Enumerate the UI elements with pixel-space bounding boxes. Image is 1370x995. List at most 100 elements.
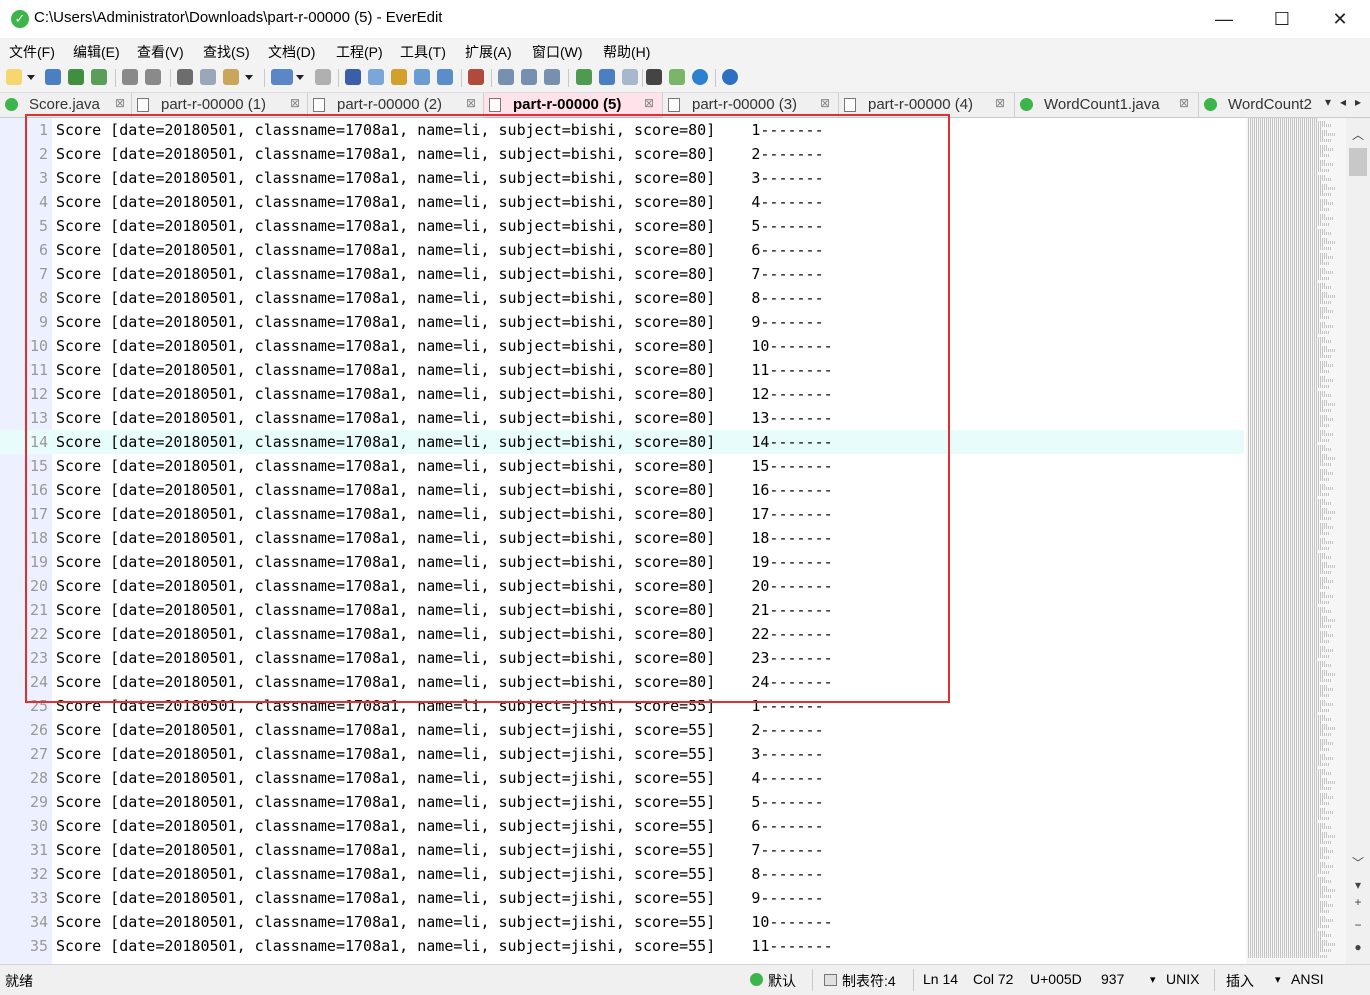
menu-document[interactable]: 文档(D)	[268, 42, 315, 62]
menu-window[interactable]: 窗口(W)	[532, 42, 583, 62]
scroll-thumb[interactable]	[1349, 148, 1367, 176]
tab-wordcount1-java[interactable]: WordCount1.java ⊠	[1015, 93, 1199, 117]
undo-icon[interactable]	[122, 69, 138, 85]
line-text[interactable]: Score [date=20180501, classname=1708a1, …	[56, 766, 824, 790]
menu-extensions[interactable]: 扩展(A)	[465, 42, 512, 62]
tab-close-icon[interactable]: ⊠	[290, 96, 300, 110]
scroll-down-icon[interactable]: ﹀	[1346, 854, 1370, 871]
find-next-icon[interactable]	[414, 69, 430, 85]
new-file-icon[interactable]	[6, 69, 22, 85]
save-all-icon[interactable]	[91, 69, 107, 85]
status-syntax[interactable]: 默认	[768, 971, 796, 991]
editor-line[interactable]: 27 Score [date=20180501, classname=1708a1…	[0, 742, 1244, 766]
browser-icon[interactable]	[692, 69, 708, 85]
line-text[interactable]: Score [date=20180501, classname=1708a1, …	[56, 838, 824, 862]
tab-close-icon[interactable]: ⊠	[644, 96, 654, 110]
console-icon[interactable]	[646, 69, 662, 85]
goto-icon[interactable]	[437, 69, 453, 85]
editor-line[interactable]: 33 Score [date=20180501, classname=1708a1…	[0, 886, 1244, 910]
tab-scroll-left-icon[interactable]: ◂	[1340, 95, 1346, 109]
line-text[interactable]: Score [date=20180501, classname=1708a1, …	[56, 742, 824, 766]
close-button[interactable]: ✕	[1311, 0, 1369, 38]
line-text[interactable]: Score [date=20180501, classname=1708a1, …	[56, 718, 824, 742]
wrap-mode-icon[interactable]	[271, 69, 293, 85]
line-text[interactable]: Score [date=20180501, classname=1708a1, …	[56, 790, 824, 814]
line-text[interactable]: Score [date=20180501, classname=1708a1, …	[56, 814, 824, 838]
paste-icon[interactable]	[223, 69, 239, 85]
maximize-button[interactable]: ☐	[1253, 0, 1311, 38]
status-insert-mode[interactable]: 插入	[1226, 971, 1254, 991]
cut-icon[interactable]	[177, 69, 193, 85]
tab-close-icon[interactable]: ⊠	[995, 96, 1005, 110]
editor-line[interactable]: 29 Score [date=20180501, classname=1708a1…	[0, 790, 1244, 814]
line-text[interactable]: Score [date=20180501, classname=1708a1, …	[56, 934, 833, 958]
record-macro-icon[interactable]	[498, 69, 514, 85]
encoding-dropdown-icon[interactable]: ▾	[1275, 973, 1281, 986]
save-icon[interactable]	[68, 69, 84, 85]
tab-list-dropdown-icon[interactable]: ▾	[1325, 95, 1331, 109]
menu-edit[interactable]: 编辑(E)	[73, 42, 120, 62]
split-view-icon[interactable]	[622, 69, 638, 85]
paste-dropdown-icon[interactable]	[244, 69, 254, 85]
minimize-button[interactable]: —	[1195, 0, 1253, 38]
title-bar: ✓ C:\Users\Administrator\Downloads\part-…	[0, 0, 1370, 38]
find-icon[interactable]	[345, 69, 361, 85]
menu-tools[interactable]: 工具(T)	[400, 42, 446, 62]
tab-close-icon[interactable]: ⊠	[1179, 96, 1189, 110]
document-icon	[313, 98, 325, 112]
document-view-icon[interactable]	[315, 69, 331, 85]
toolbar-separator	[715, 69, 716, 87]
sidebar-icon[interactable]	[599, 69, 615, 85]
editor-line[interactable]: 28 Score [date=20180501, classname=1708a1…	[0, 766, 1244, 790]
menu-help[interactable]: 帮助(H)	[603, 42, 650, 62]
help-icon[interactable]	[722, 69, 738, 85]
copy-icon[interactable]	[200, 69, 216, 85]
editor-line[interactable]: 34 Score [date=20180501, classname=1708a1…	[0, 910, 1244, 934]
wrap-dropdown-icon[interactable]	[295, 69, 305, 85]
status-encoding[interactable]: ANSI	[1291, 971, 1324, 987]
find-in-files-icon[interactable]	[368, 69, 384, 85]
editor-line[interactable]: 32 Score [date=20180501, classname=1708a1…	[0, 862, 1244, 886]
menu-view[interactable]: 查看(V)	[137, 42, 184, 62]
tab-label: WordCount1.java	[1044, 96, 1160, 113]
line-text[interactable]: Score [date=20180501, classname=1708a1, …	[56, 862, 824, 886]
zoom-in-icon[interactable]: +	[1346, 895, 1370, 909]
tab-close-icon[interactable]: ⊠	[115, 96, 125, 110]
status-tab-size[interactable]: 制表符:4	[842, 971, 896, 991]
editor-line[interactable]: 35 Score [date=20180501, classname=1708a1…	[0, 934, 1244, 958]
table-icon[interactable]	[669, 69, 685, 85]
outline-icon[interactable]	[576, 69, 592, 85]
window-title: C:\Users\Administrator\Downloads\part-r-…	[34, 9, 443, 26]
new-dropdown-icon[interactable]	[26, 69, 36, 85]
tab-wordcount2[interactable]: WordCount2	[1199, 93, 1325, 117]
replace-icon[interactable]	[391, 69, 407, 85]
tab-label: part-r-00000 (3)	[692, 96, 798, 113]
page-down-icon[interactable]: ▾	[1346, 878, 1370, 892]
vertical-scrollbar[interactable]: ︿ ﹀ ▾ + − ●	[1346, 118, 1370, 964]
document-icon	[137, 98, 149, 112]
line-text[interactable]: Score [date=20180501, classname=1708a1, …	[56, 910, 833, 934]
status-line-ending[interactable]: UNIX	[1166, 971, 1199, 987]
tab-close-icon[interactable]: ⊠	[820, 96, 830, 110]
scroll-up-icon[interactable]: ︿	[1346, 126, 1370, 143]
line-text[interactable]: Score [date=20180501, classname=1708a1, …	[56, 886, 824, 910]
zoom-out-icon[interactable]: −	[1346, 918, 1370, 932]
line-ending-dropdown-icon[interactable]: ▾	[1150, 973, 1156, 986]
menu-bar: 文件(F) 编辑(E) 查看(V) 查找(S) 文档(D) 工程(P) 工具(T…	[0, 38, 1370, 64]
menu-project[interactable]: 工程(P)	[336, 42, 383, 62]
run-macro-icon[interactable]	[544, 69, 560, 85]
editor-line[interactable]: 31 Score [date=20180501, classname=1708a1…	[0, 838, 1244, 862]
redo-icon[interactable]	[145, 69, 161, 85]
tab-scroll-right-icon[interactable]: ▸	[1355, 95, 1361, 109]
menu-search[interactable]: 查找(S)	[203, 42, 250, 62]
bookmark-icon[interactable]	[468, 69, 484, 85]
editor-line[interactable]: 30 Score [date=20180501, classname=1708a1…	[0, 814, 1244, 838]
zoom-reset-icon[interactable]: ●	[1346, 940, 1370, 954]
status-separator	[1214, 969, 1215, 991]
menu-file[interactable]: 文件(F)	[9, 42, 55, 62]
tab-close-icon[interactable]: ⊠	[466, 96, 476, 110]
editor-line[interactable]: 26 Score [date=20180501, classname=1708a1…	[0, 718, 1244, 742]
play-macro-icon[interactable]	[521, 69, 537, 85]
open-file-icon[interactable]	[45, 69, 61, 85]
minimap[interactable]	[1246, 118, 1346, 964]
